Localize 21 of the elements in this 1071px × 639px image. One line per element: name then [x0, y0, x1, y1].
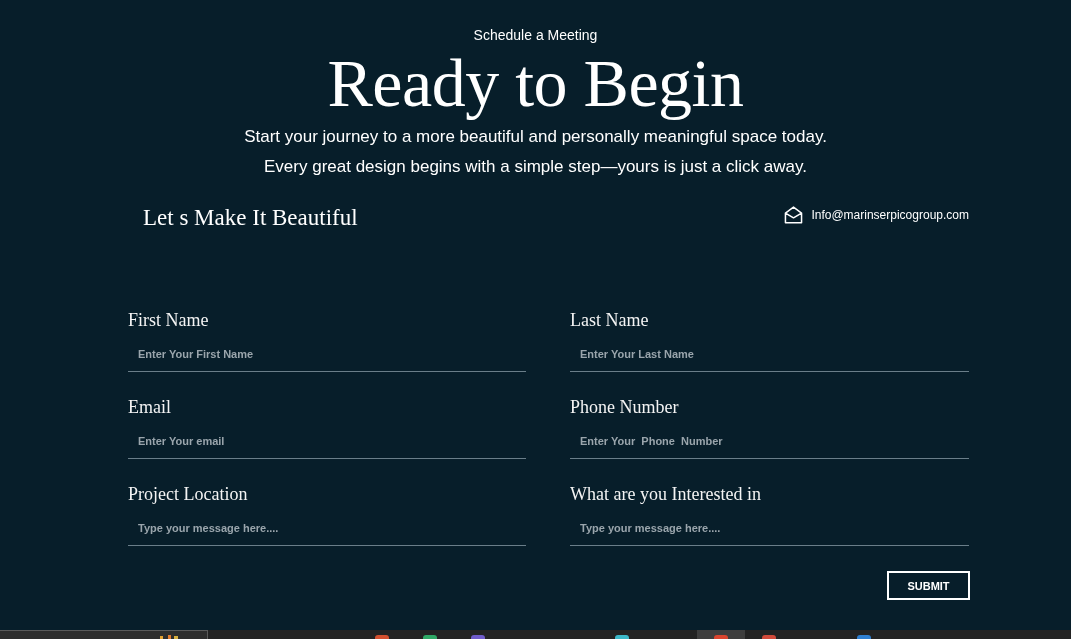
field-label: Phone Number: [570, 396, 679, 418]
field-label: Project Location: [128, 483, 248, 505]
tagline-text: Let s Make It Beautiful: [143, 204, 358, 232]
input-field[interactable]: Enter Your Phone Number: [570, 423, 969, 459]
field-label: First Name: [128, 309, 209, 331]
input-field[interactable]: Type your message here....: [128, 510, 526, 546]
envelope-icon: [784, 206, 804, 224]
input-field[interactable]: Enter Your email: [128, 423, 526, 459]
highlight-icon: [160, 635, 178, 639]
search-field[interactable]: [0, 630, 208, 639]
submit-button[interactable]: SUBMIT: [887, 571, 970, 600]
input-field[interactable]: Enter Your First Name: [128, 336, 526, 372]
intro-text: Start your journey to a more beautiful and personally meaningful space today.: [244, 126, 827, 148]
eyebrow-text: Schedule a Meeting: [473, 27, 598, 44]
input-field[interactable]: Type your message here....: [570, 510, 969, 546]
field-label: Email: [128, 396, 171, 418]
field-label: Last Name: [570, 309, 649, 331]
email-text: Info@marinserpicogroup.com: [811, 207, 969, 223]
intro-text: Every great design begins with a simple step—yours is just a click away.: [264, 156, 807, 178]
field-label: What are you Interested in: [570, 483, 761, 505]
input-field[interactable]: Enter Your Last Name: [570, 336, 969, 372]
